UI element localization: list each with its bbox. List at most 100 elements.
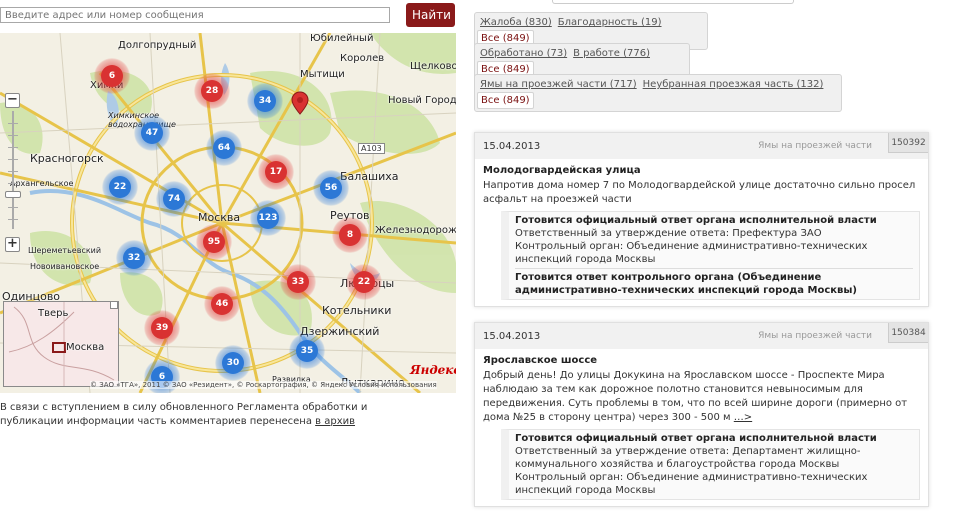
map-label-sheremetevsky: Шереметьевский [28,246,102,255]
map-label-kotelniki: Котельники [322,304,392,317]
cluster-count: 33 [287,271,309,293]
zoom-tick [8,207,18,208]
minimap-collapse-button[interactable] [110,301,118,309]
yandex-logo: Яндекс [410,363,456,377]
map-cluster[interactable]: 123 [250,200,286,236]
filter-potholes[interactable]: Ямы на проезжей части (717) [477,77,640,92]
map-cluster[interactable]: 28 [194,73,230,109]
cluster-count: 30 [222,352,244,374]
card-title[interactable]: Ярославское шоссе [475,349,928,366]
filter-category-all[interactable]: Все (849) [477,92,534,109]
map-cluster[interactable]: 34 [247,83,283,119]
card-date: 15.04.2013 [483,331,541,342]
map-label-yubileyny: Юбилейный [310,33,374,44]
map-cluster[interactable]: 74 [156,181,192,217]
report-card[interactable]: 15.04.2013 Ямы на проезжей части 150392 … [474,132,929,307]
cluster-count: 47 [141,122,163,144]
zoom-slider-handle[interactable] [5,191,21,198]
cluster-count: 35 [296,340,318,362]
map[interactable]: Долгопрудный Юбилейный Королев Химки Мыт… [0,33,456,393]
cluster-count: 39 [151,317,173,339]
cluster-count: 22 [353,271,375,293]
map-cluster[interactable]: 30 [215,345,251,381]
search-button[interactable]: Найти [406,3,455,27]
cluster-count: 64 [213,137,235,159]
card-title[interactable]: Молодогвардейская улица [475,159,928,176]
zoom-tick [8,171,18,172]
map-label-shchelkovo: Щелково [410,61,456,72]
minimap-viewport-frame[interactable] [52,342,66,353]
card-text-body: Добрый день! До улицы Докукина на Яросла… [483,370,908,423]
map-cluster[interactable]: 35 [289,333,325,369]
filter-gratitude[interactable]: Благодарность (19) [555,15,665,30]
map-cluster[interactable]: 95 [196,224,232,260]
map-label-dolgoprudny: Долгопрудный [118,40,197,51]
map-cluster[interactable]: 56 [313,170,349,206]
cluster-count: 46 [211,293,233,315]
zoom-tick [8,159,18,160]
filter-processed[interactable]: Обработано (73) [477,46,570,61]
card-date: 15.04.2013 [483,141,541,152]
map-copyright: © ЗАО «ТГА», 2011 © ЗАО «Резидент», © Ро… [90,381,437,389]
zoom-track[interactable] [12,111,14,229]
card-number: 150384 [888,323,928,343]
map-label-korolev: Королев [340,53,385,64]
map-cluster[interactable]: 64 [206,130,242,166]
cluster-count: 95 [203,231,225,253]
map-cluster[interactable]: 6 [94,58,130,94]
status-title: Готовится ответ контрольного органа (Объ… [515,272,857,296]
card-status-block: Готовится официальный ответ органа испол… [501,429,920,500]
zoom-in-icon[interactable]: + [5,237,20,252]
cluster-count: 28 [201,80,223,102]
filter-in-progress[interactable]: В работе (776) [570,46,653,61]
cluster-count: 17 [265,161,287,183]
status-control-body: Контрольный орган: Объединение администр… [515,472,868,496]
archive-notice-text: В связи с вступлением в силу обновленног… [0,402,368,427]
map-cluster[interactable]: 46 [204,286,240,322]
card-more-link[interactable]: …> [734,412,752,423]
minimap-label-moskva: Москва [66,342,105,353]
map-cluster[interactable]: 47 [134,115,170,151]
map-label-novy-gorodok: Новый Городок [388,95,456,106]
card-header: 15.04.2013 Ямы на проезжей части 150384 [475,323,928,349]
map-cluster[interactable]: 22 [346,264,382,300]
card-text: Напротив дома номер 7 по Молодогвардейск… [483,180,916,205]
zoom-control[interactable]: − + [5,93,21,253]
map-cluster[interactable]: 33 [280,264,316,300]
search-input[interactable] [0,7,390,23]
zoom-tick [8,147,18,148]
card-category: Ямы на проезжей части [758,331,872,341]
filter-category: Ямы на проезжей части (717) Неубранная п… [474,74,842,112]
archive-notice: В связи с вступлением в силу обновленног… [0,401,420,429]
cluster-count: 8 [339,224,361,246]
map-marker-icon[interactable] [291,91,309,115]
archive-link[interactable]: в архив [315,416,355,427]
cluster-count: 32 [123,247,145,269]
status-title: Готовится официальный ответ органа испол… [515,215,877,226]
cluster-count: 22 [109,176,131,198]
map-label-zheleznodorozhny: Железнодорожный [375,225,456,236]
map-cluster[interactable]: 17 [258,154,294,190]
map-label-moskva: Москва [198,211,241,224]
card-header: 15.04.2013 Ямы на проезжей части 150392 [475,133,928,159]
map-cluster[interactable]: 32 [116,240,152,276]
cluster-count: 123 [257,207,279,229]
report-card[interactable]: 15.04.2013 Ямы на проезжей части 150384 … [474,322,929,507]
filter-complaint[interactable]: Жалоба (830) [477,15,555,30]
zoom-tick [8,123,18,124]
map-cluster[interactable]: 39 [144,310,180,346]
zoom-out-icon[interactable]: − [5,93,20,108]
cluster-count: 6 [101,65,123,87]
map-label-krasnogorsk: Красногорск [30,152,104,165]
status-responsible: Ответственный за утверждение ответа: Пре… [515,228,822,239]
map-cluster[interactable]: 22 [102,169,138,205]
card-status-block: Готовится официальный ответ органа испол… [501,211,920,300]
filter-uncleaned-road[interactable]: Неубранная проезжая часть (132) [640,77,827,92]
map-label-mytishchi: Мытищи [300,69,345,80]
map-cluster[interactable]: 8 [332,217,368,253]
status-title: Готовится официальный ответ органа испол… [515,433,877,444]
top-strip [552,0,794,4]
cluster-count: 56 [320,177,342,199]
card-text: Добрый день! До улицы Докукина на Яросла… [475,366,928,425]
overview-minimap[interactable]: Тверь Москва [3,301,119,387]
